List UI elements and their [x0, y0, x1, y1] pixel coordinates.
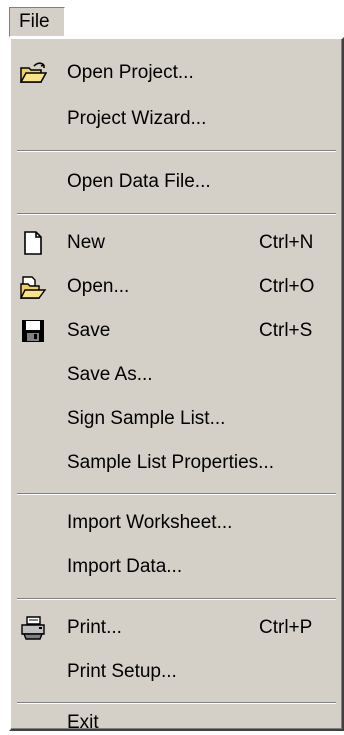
menu-separator: [17, 213, 336, 215]
menu-item-label: New: [67, 232, 106, 253]
file-menu[interactable]: File: [9, 7, 65, 37]
menu-item-shortcut: Ctrl+O: [259, 276, 315, 297]
menu-separator: [17, 150, 336, 152]
menu-item-import-worksheet[interactable]: Import Worksheet...: [15, 505, 339, 541]
menu-item-shortcut: Ctrl+N: [259, 232, 314, 253]
menu-item-label: Print...: [67, 617, 122, 638]
menu-item-import-data[interactable]: Import Data...: [15, 549, 339, 585]
menu-item-save[interactable]: Save Ctrl+S: [15, 313, 339, 349]
menu-item-label: Save: [67, 320, 111, 341]
menu-item-sign-sample-list[interactable]: Sign Sample List...: [15, 401, 339, 437]
menu-separator: [17, 493, 336, 495]
menu-item-exit[interactable]: Exit: [15, 697, 339, 733]
save-floppy-icon: [19, 318, 47, 344]
menu-item-label: Open...: [67, 276, 130, 297]
menu-item-shortcut: Ctrl+S: [259, 320, 313, 341]
menu-item-label: Open Data File...: [67, 171, 211, 192]
menu-item-sample-list-properties[interactable]: Sample List Properties...: [15, 445, 339, 481]
open-project-icon: [19, 60, 48, 86]
menu-item-save-as[interactable]: Save As...: [15, 357, 339, 393]
menu-item-shortcut: Ctrl+P: [259, 617, 313, 638]
menu-item-label: Exit: [67, 712, 99, 733]
printer-icon: [19, 615, 47, 641]
menu-item-label: Save As...: [67, 364, 153, 385]
menu-item-new[interactable]: New Ctrl+N: [15, 225, 339, 261]
menu-item-label: Open Project...: [67, 62, 194, 83]
menu-item-print[interactable]: Print... Ctrl+P: [15, 610, 339, 646]
menu-item-label: Print Setup...: [67, 661, 177, 682]
menu-item-label: Import Worksheet...: [67, 512, 233, 533]
file-menu-label: File: [19, 11, 50, 32]
menu-item-label: Sign Sample List...: [67, 408, 226, 429]
menu-separator: [17, 598, 336, 600]
menu-item-print-setup[interactable]: Print Setup...: [15, 654, 339, 690]
menu-item-project-wizard[interactable]: Project Wizard...: [15, 101, 339, 137]
menu-item-label: Sample List Properties...: [67, 452, 274, 473]
menu-item-open-project[interactable]: Open Project...: [15, 55, 339, 91]
new-document-icon: [19, 230, 47, 256]
file-dropdown-menu: Open Project... Project Wizard... Open D…: [9, 37, 344, 733]
menu-item-open[interactable]: Open... Ctrl+O: [15, 269, 339, 305]
menu-item-open-data-file[interactable]: Open Data File...: [15, 164, 339, 200]
open-file-icon: [19, 274, 47, 300]
menu-item-label: Project Wizard...: [67, 108, 207, 129]
menu-item-label: Import Data...: [67, 556, 183, 577]
